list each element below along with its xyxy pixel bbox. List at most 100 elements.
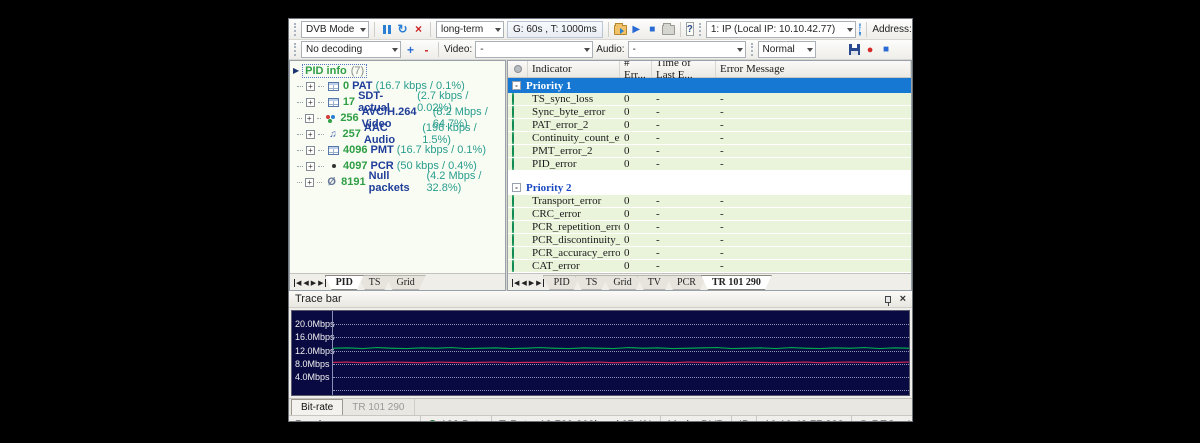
collapse-icon[interactable]: - [512, 183, 521, 192]
add-button[interactable]: + [404, 41, 417, 58]
tab-scroll-next[interactable]: ▶ [529, 279, 534, 287]
remove-button[interactable]: - [420, 41, 433, 58]
tab-scroll-last[interactable]: ▶ [536, 279, 543, 287]
expand-icon[interactable]: + [306, 98, 315, 107]
tab-scroll-prev[interactable]: ◀ [303, 279, 308, 287]
clear-button[interactable]: × [412, 21, 425, 38]
decoding-select[interactable]: No decoding [301, 41, 401, 58]
toolbar-grip[interactable] [699, 23, 701, 36]
tab-grid[interactable]: Grid [385, 275, 425, 290]
video-label: Video: [444, 44, 472, 55]
stop-button[interactable]: ■ [646, 21, 659, 38]
table-row[interactable]: PAT_error_2 0 - - [508, 119, 911, 132]
toolbar-grip[interactable] [294, 23, 296, 36]
folder-open-icon [614, 25, 627, 35]
column-indicator[interactable]: Indicator [528, 61, 620, 77]
collapse-icon[interactable]: - [512, 81, 521, 90]
table-row[interactable]: Sync_byte_error 0 - - [508, 106, 911, 119]
column-errors[interactable]: # Err... [620, 61, 652, 77]
expand-icon[interactable]: + [306, 146, 315, 155]
table-row[interactable]: PCR_accuracy_error 0 - - [508, 247, 911, 260]
tab-tr101290-bottom[interactable]: TR 101 290 [343, 399, 414, 415]
tab-scroll-first[interactable]: ◀ [294, 279, 301, 287]
tab-bitrate[interactable]: Bit-rate [291, 399, 343, 415]
term-select[interactable]: long-term [436, 21, 504, 38]
column-time[interactable]: Time of Last E... [652, 61, 716, 77]
table-row[interactable]: CAT_error 0 - - [508, 260, 911, 273]
refresh-button[interactable]: ↻ [396, 21, 409, 38]
save-button[interactable] [848, 41, 861, 58]
table-row[interactable]: PCR_repetition_error 0 - - [508, 221, 911, 234]
tr101290-panel: Indicator # Err... Time of Last E... Err… [507, 60, 912, 291]
chevron-down-icon [495, 28, 501, 35]
tree-item[interactable]: + 4096 PMT (16.7 kbps / 0.1%) [293, 142, 505, 158]
audio-select[interactable]: - [628, 41, 746, 58]
trace-chart-area: 20.0Mbps16.0Mbps12.0Mbps8.0Mbps4.0Mbps [289, 308, 912, 398]
analyzer-window: DVB Mode ↻ × long-term G: 60s , T: 1000m… [288, 18, 913, 422]
chevron-down-icon [737, 48, 743, 55]
open-stream-button[interactable] [614, 21, 627, 38]
table-row[interactable]: Transport_error 0 - - [508, 195, 911, 208]
folder-icon [662, 25, 675, 35]
audio-label: Audio: [596, 44, 624, 55]
toolbar-grip[interactable] [751, 43, 753, 56]
tab-scroll-prev[interactable]: ◀ [521, 279, 526, 287]
ok-status-icon [512, 93, 514, 105]
stop-record-button[interactable]: ■ [880, 41, 893, 58]
mode-select[interactable]: DVB Mode [301, 21, 369, 38]
expand-icon[interactable]: + [306, 162, 315, 171]
tree-item[interactable]: + Ø 8191 Null packets (4.2 Mbps / 32.8%) [293, 174, 505, 190]
green-status-icon [428, 420, 437, 422]
expand-icon[interactable]: + [306, 82, 315, 91]
table-row[interactable]: Continuity_count_error 0 - - [508, 132, 911, 145]
priority-select[interactable]: Normal [758, 41, 816, 58]
tab-tv[interactable]: TV [637, 275, 672, 290]
record-button[interactable]: ● [864, 41, 877, 58]
toolbar-decoding: No decoding + - Video: - Audio: - Normal… [289, 40, 912, 60]
tab-tr101290[interactable]: TR 101 290 [701, 275, 772, 290]
audio-icon: ♫ [327, 128, 340, 140]
ok-status-icon [512, 247, 514, 259]
status-ready: Ready [289, 419, 420, 423]
tab-pcr[interactable]: PCR [666, 275, 707, 290]
column-message[interactable]: Error Message [716, 61, 911, 77]
play-button[interactable]: ▶ [630, 21, 643, 38]
input-source-select[interactable]: 1: IP (Local IP: 10.10.42.77) [706, 21, 856, 38]
table-row[interactable]: CRC_error 0 - - [508, 208, 911, 221]
tree-root[interactable]: ▶ PID info (7) [293, 63, 505, 78]
expand-icon[interactable]: + [305, 114, 314, 123]
info-icon[interactable]: i [859, 23, 862, 36]
tab-grid[interactable]: Grid [602, 275, 642, 290]
close-icon[interactable]: × [900, 295, 906, 304]
tab-ts[interactable]: TS [575, 275, 609, 290]
trace-plot [332, 311, 909, 395]
priority2-group[interactable]: - Priority 2 [508, 180, 911, 195]
table-row[interactable]: TS_sync_loss 0 - - [508, 93, 911, 106]
table-row[interactable]: PCR_discontinuity_ind... 0 - - [508, 234, 911, 247]
ok-status-icon [512, 106, 514, 118]
table-icon [327, 80, 340, 92]
video-select[interactable]: - [475, 41, 593, 58]
toolbar-grip[interactable] [294, 43, 296, 56]
right-tabstrip: ◀ ◀ ▶ ▶ PID TS Grid TV PCR TR 101 290 [508, 273, 911, 290]
video-icon [324, 112, 337, 124]
tab-scroll-next[interactable]: ▶ [311, 279, 316, 287]
expand-icon[interactable]: + [306, 130, 315, 139]
expand-icon[interactable]: + [305, 178, 314, 187]
tab-ts[interactable]: TS [358, 275, 392, 290]
pause-button[interactable] [380, 21, 393, 38]
tab-scroll-last[interactable]: ▶ [318, 279, 325, 287]
tree-arrow-icon: ▶ [293, 66, 299, 75]
open-file-button[interactable] [662, 21, 675, 38]
main-area: ▶ PID info (7) + 0 PAT (16.7 kbps / 0.1%… [289, 60, 912, 291]
chevron-down-icon [584, 48, 590, 55]
tree-item[interactable]: + ♫ 257 AAC Audio (196 kbps / 1.5%) [293, 126, 505, 142]
help-button[interactable]: ? [686, 22, 694, 36]
table-row[interactable]: PID_error 0 - - [508, 158, 911, 171]
table-row[interactable]: PMT_error_2 0 - - [508, 145, 911, 158]
ok-status-icon [512, 208, 514, 220]
resize-grip[interactable] [902, 416, 912, 422]
pin-icon[interactable] [885, 296, 891, 303]
toolbar-main: DVB Mode ↻ × long-term G: 60s , T: 1000m… [289, 19, 912, 40]
tab-scroll-first[interactable]: ◀ [512, 279, 519, 287]
